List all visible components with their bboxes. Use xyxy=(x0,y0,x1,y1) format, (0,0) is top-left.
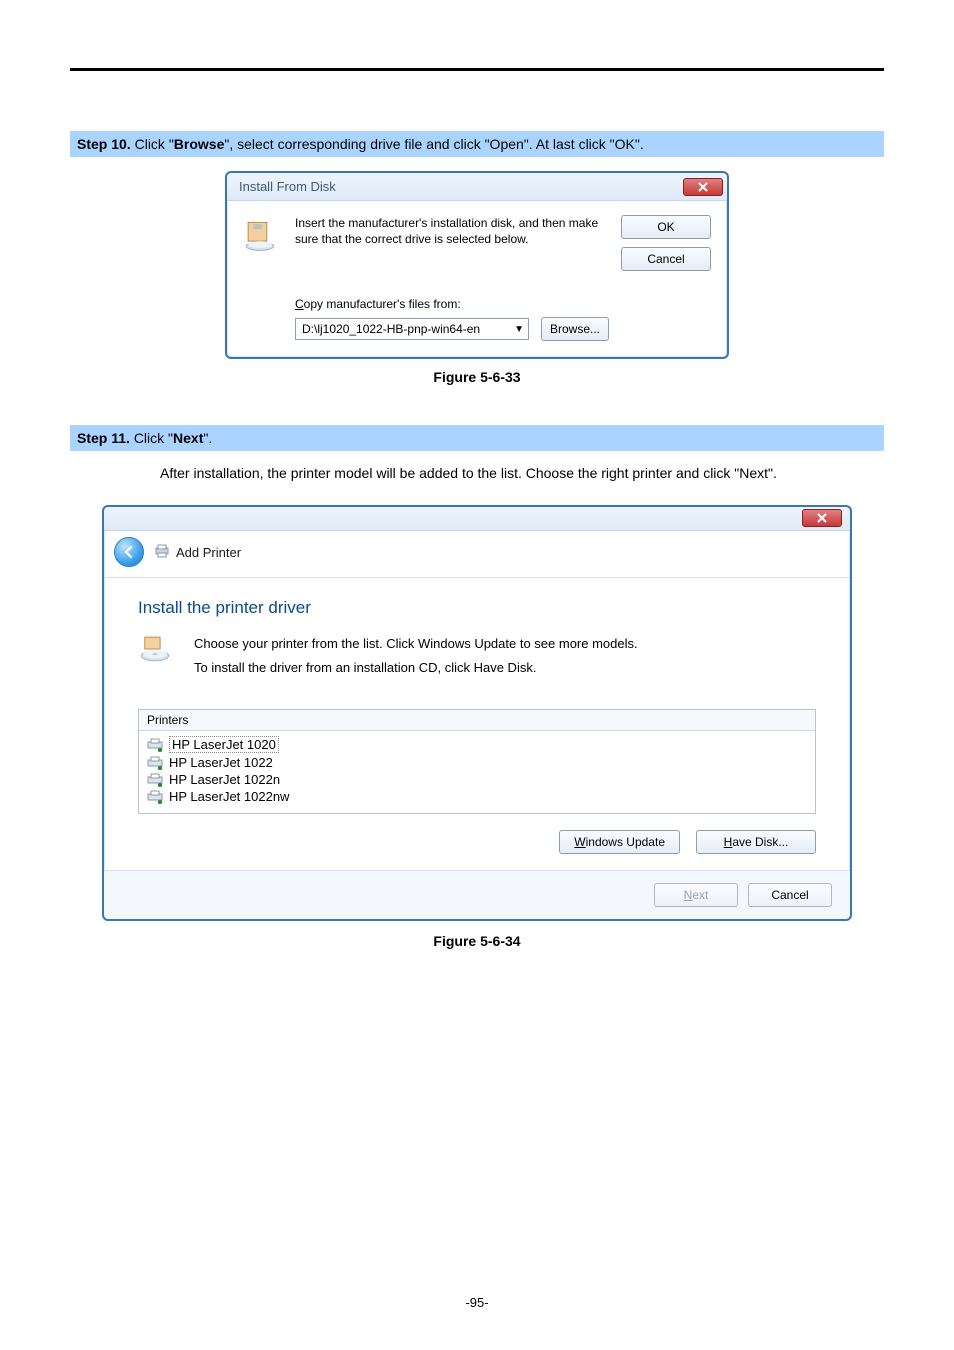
step-10-bar: Step 10. Click "Browse", select correspo… xyxy=(70,131,884,157)
step-10-text-before: Click " xyxy=(135,136,174,152)
close-button[interactable] xyxy=(683,178,723,196)
printer-list-item[interactable]: HP LaserJet 1022n xyxy=(145,771,809,788)
next-button[interactable]: Next xyxy=(654,883,738,907)
copy-from-label: Copy manufacturer's files from: xyxy=(295,297,609,311)
arrow-left-icon xyxy=(122,545,136,559)
dialog-title: Install From Disk xyxy=(239,179,336,194)
close-button[interactable] xyxy=(802,509,842,527)
printer-small-icon xyxy=(147,756,163,770)
step-11-label: Step 11. xyxy=(77,430,130,446)
printers-listbox[interactable]: Printers HP LaserJet 1020 HP LaserJet 10… xyxy=(138,709,816,814)
cancel-button[interactable]: Cancel xyxy=(748,883,832,907)
close-icon xyxy=(698,182,708,192)
wizard-heading: Install the printer driver xyxy=(138,598,816,618)
cancel-button[interactable]: Cancel xyxy=(621,247,711,271)
page-number: -95- xyxy=(0,1295,954,1310)
horizontal-rule xyxy=(70,68,884,71)
step-11-text-after: ". xyxy=(203,430,212,446)
page: Step 10. Click "Browse", select correspo… xyxy=(0,0,954,1350)
step-11-text-before: Click " xyxy=(134,430,173,446)
printer-list-item[interactable]: HP LaserJet 1022 xyxy=(145,754,809,771)
disk-icon xyxy=(243,242,277,256)
disk-icon xyxy=(138,653,172,669)
step-11-bar: Step 11. Click "Next". xyxy=(70,425,884,451)
wizard-msg-1: Choose your printer from the list. Click… xyxy=(194,632,638,655)
close-icon xyxy=(817,513,827,523)
back-button[interactable] xyxy=(114,537,144,567)
step-10-label: Step 10. xyxy=(77,136,131,152)
dialog-top-strip xyxy=(104,507,850,531)
chevron-down-icon: ▼ xyxy=(514,324,524,335)
printer-list-item[interactable]: HP LaserJet 1020 xyxy=(145,735,809,754)
figure-caption-34: Figure 5-6-34 xyxy=(70,933,884,949)
step-10-text-after: ", select corresponding drive file and c… xyxy=(224,136,643,152)
have-disk-button[interactable]: Have Disk... xyxy=(696,830,816,854)
path-combobox[interactable]: D:\lj1020_1022-HB-pnp-win64-en ▼ xyxy=(295,318,529,340)
add-printer-dialog: Add Printer Install the printer driver C… xyxy=(102,505,852,921)
printer-small-icon xyxy=(147,790,163,804)
printer-list-item[interactable]: HP LaserJet 1022nw xyxy=(145,788,809,805)
wizard-title: Add Printer xyxy=(176,545,241,560)
install-from-disk-dialog: Install From Disk Insert the manufacture… xyxy=(225,171,729,359)
wizard-msg-2: To install the driver from an installati… xyxy=(194,656,638,679)
printers-header: Printers xyxy=(139,710,815,731)
printer-small-icon xyxy=(147,773,163,787)
dialog-header: Add Printer xyxy=(104,531,850,578)
step-11-bold: Next xyxy=(173,430,203,446)
printer-icon xyxy=(154,543,170,562)
windows-update-button[interactable]: Windows Update xyxy=(559,830,680,854)
printer-small-icon xyxy=(147,738,163,752)
dialog-footer: Next Cancel xyxy=(104,870,850,919)
dialog-titlebar: Install From Disk xyxy=(227,173,727,201)
instruction-text: Insert the manufacturer's installation d… xyxy=(295,215,609,247)
ok-button[interactable]: OK xyxy=(621,215,711,239)
path-value: D:\lj1020_1022-HB-pnp-win64-en xyxy=(302,322,480,336)
figure-caption-33: Figure 5-6-33 xyxy=(70,369,884,385)
after-install-text: After installation, the printer model wi… xyxy=(160,465,884,481)
step-10-bold: Browse xyxy=(174,136,225,152)
browse-button[interactable]: Browse... xyxy=(541,317,609,341)
